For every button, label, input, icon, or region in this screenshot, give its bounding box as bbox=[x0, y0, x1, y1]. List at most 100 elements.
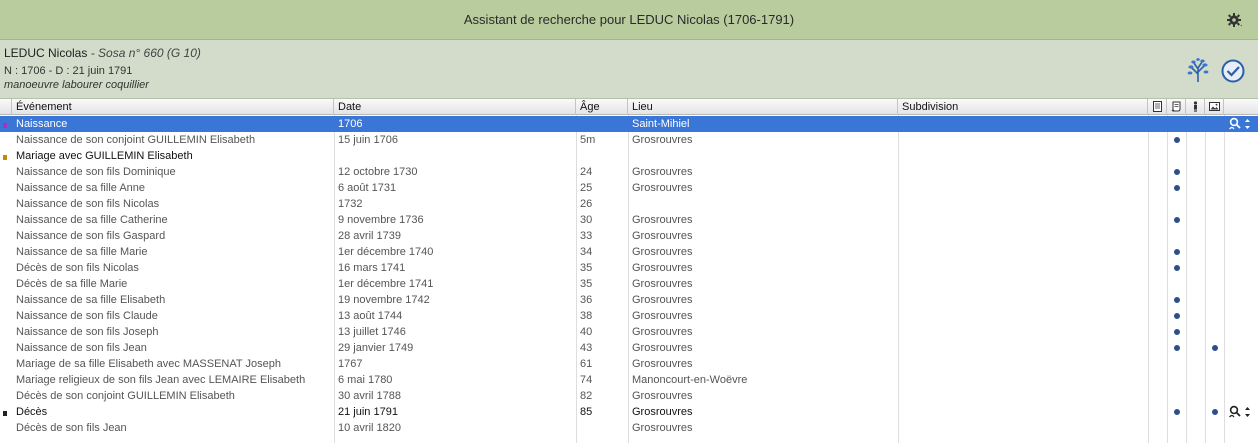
age-cell: 43 bbox=[580, 342, 593, 354]
column-header-tools bbox=[1224, 99, 1258, 115]
place-cell: Grosrouvres bbox=[632, 182, 693, 194]
age-cell: 24 bbox=[580, 166, 593, 178]
column-header-event[interactable]: Événement bbox=[12, 99, 334, 115]
table-row[interactable]: Naissance de sa fille Catherine 9 novembr… bbox=[0, 212, 1258, 228]
family-tree-icon[interactable] bbox=[1186, 57, 1210, 83]
table-row[interactable]: Décès de son fils Jean 10 avril 1820 Grosr… bbox=[0, 420, 1258, 436]
table-row[interactable]: Décès 21 juin 1791 85 Grosrouvres bbox=[0, 404, 1258, 420]
place-cell: Grosrouvres bbox=[632, 342, 693, 354]
media-indicator-dot bbox=[1212, 409, 1218, 415]
event-cell: Décès de sa fille Marie bbox=[16, 278, 128, 290]
subdivision-cell bbox=[898, 356, 1148, 372]
date-cell: 12 octobre 1730 bbox=[338, 166, 418, 178]
table-header: Événement Date Âge Lieu Subdivision bbox=[0, 99, 1258, 115]
event-cell: Naissance de son conjoint GUILLEMIN Elis… bbox=[16, 134, 256, 146]
event-cell: Naissance de son fils Claude bbox=[16, 310, 158, 322]
event-cell: Mariage de sa fille Elisabeth avec MASSE… bbox=[16, 358, 281, 370]
place-cell: Grosrouvres bbox=[632, 358, 693, 370]
subdivision-cell bbox=[898, 180, 1148, 196]
table-row[interactable]: Naissance de son fils Claude 13 août 1744… bbox=[0, 308, 1258, 324]
table-row[interactable]: Naissance de son fils Nicolas 1732 26 bbox=[0, 196, 1258, 212]
table-row[interactable]: Mariage avec GUILLEMIN Elisabeth bbox=[0, 148, 1258, 164]
table-row[interactable]: Naissance de sa fille Marie 1er décembre … bbox=[0, 244, 1258, 260]
date-cell: 1706 bbox=[338, 118, 363, 130]
subdivision-cell bbox=[898, 340, 1148, 356]
date-cell: 6 août 1731 bbox=[338, 182, 397, 194]
table-row[interactable]: Naissance 1706 Saint-Mihiel bbox=[0, 116, 1258, 132]
date-cell: 1er décembre 1741 bbox=[338, 278, 434, 290]
place-cell: Grosrouvres bbox=[632, 326, 693, 338]
table-row[interactable]: Naissance de son fils Jean 29 janvier 174… bbox=[0, 340, 1258, 356]
age-cell: 26 bbox=[580, 198, 593, 210]
table-row[interactable]: Naissance de son conjoint GUILLEMIN Elis… bbox=[0, 132, 1258, 148]
subdivision-cell bbox=[898, 324, 1148, 340]
table-row[interactable]: Naissance de sa fille Elisabeth 19 novemb… bbox=[0, 292, 1258, 308]
person-icon bbox=[1193, 101, 1198, 112]
source-indicator-dot bbox=[1174, 185, 1180, 191]
table-row[interactable]: Naissance de son fils Joseph 13 juillet 1… bbox=[0, 324, 1258, 340]
place-cell: Grosrouvres bbox=[632, 310, 693, 322]
table-row[interactable]: Décès de son conjoint GUILLEMIN Elisabet… bbox=[0, 388, 1258, 404]
subdivision-cell bbox=[898, 372, 1148, 388]
subdivision-cell bbox=[898, 228, 1148, 244]
event-cell: Naissance de son fils Joseph bbox=[16, 326, 159, 338]
header-marker bbox=[0, 99, 12, 115]
checkmark-icon[interactable] bbox=[1221, 59, 1245, 83]
date-cell: 28 avril 1739 bbox=[338, 230, 401, 242]
gear-icon[interactable] bbox=[1226, 11, 1244, 29]
subdivision-cell bbox=[898, 148, 1148, 164]
subdivision-cell bbox=[898, 164, 1148, 180]
place-cell bbox=[628, 148, 898, 164]
search-tool-icon[interactable] bbox=[1228, 117, 1254, 131]
event-cell: Naissance bbox=[16, 118, 68, 130]
column-header-date[interactable]: Date bbox=[334, 99, 576, 115]
subdivision-cell bbox=[898, 276, 1148, 292]
date-cell: 1767 bbox=[338, 358, 363, 370]
date-cell: 16 mars 1741 bbox=[338, 262, 406, 274]
date-cell: 1er décembre 1740 bbox=[338, 246, 434, 258]
column-header-place[interactable]: Lieu bbox=[628, 99, 898, 115]
table-row[interactable]: Naissance de son fils Gaspard 28 avril 17… bbox=[0, 228, 1258, 244]
date-cell: 30 avril 1788 bbox=[338, 390, 401, 402]
table-row[interactable]: Mariage de sa fille Elisabeth avec MASSE… bbox=[0, 356, 1258, 372]
source-indicator-dot bbox=[1174, 345, 1180, 351]
note-icon bbox=[1153, 101, 1162, 112]
subdivision-cell bbox=[898, 132, 1148, 148]
source-indicator-dot bbox=[1174, 313, 1180, 319]
date-cell bbox=[334, 148, 576, 164]
window-title: Assistant de recherche pour LEDUC Nicola… bbox=[463, 12, 795, 27]
search-tool-icon[interactable] bbox=[1228, 405, 1254, 419]
event-cell: Naissance de sa fille Catherine bbox=[16, 214, 168, 226]
subdivision-cell bbox=[898, 260, 1148, 276]
date-cell: 21 juin 1791 bbox=[338, 406, 398, 418]
table-row[interactable]: Naissance de sa fille Anne 6 août 1731 25 G… bbox=[0, 180, 1258, 196]
date-cell: 10 avril 1820 bbox=[338, 422, 401, 434]
age-cell: 34 bbox=[580, 246, 593, 258]
event-cell: Naissance de son fils Jean bbox=[16, 342, 147, 354]
date-cell: 9 novembre 1736 bbox=[338, 214, 424, 226]
column-header-age[interactable]: Âge bbox=[576, 99, 628, 115]
date-cell: 15 juin 1706 bbox=[338, 134, 398, 146]
table-row[interactable]: Décès de son fils Nicolas 16 mars 1741 35 G… bbox=[0, 260, 1258, 276]
events-table: Événement Date Âge Lieu Subdivision Nais… bbox=[0, 99, 1258, 443]
age-cell: 25 bbox=[580, 182, 593, 194]
column-header-subdivision[interactable]: Subdivision bbox=[898, 99, 1148, 115]
age-cell: 35 bbox=[580, 278, 593, 290]
age-cell: 40 bbox=[580, 326, 593, 338]
table-row[interactable]: Mariage religieux de son fils Jean avec … bbox=[0, 372, 1258, 388]
table-row[interactable]: Naissance de son fils Dominique 12 octobr… bbox=[0, 164, 1258, 180]
age-cell: 38 bbox=[580, 310, 593, 322]
place-cell: Grosrouvres bbox=[632, 262, 693, 274]
source-indicator-dot bbox=[1174, 169, 1180, 175]
person-name[interactable]: LEDUC Nicolas bbox=[4, 46, 87, 60]
person-occupation: manoeuvre labourer coquillier bbox=[4, 79, 149, 91]
age-cell: 5m bbox=[580, 134, 596, 146]
event-cell: Naissance de son fils Nicolas bbox=[16, 198, 160, 210]
table-row[interactable]: Décès de sa fille Marie 1er décembre 1741… bbox=[0, 276, 1258, 292]
subdivision-cell bbox=[898, 308, 1148, 324]
age-cell bbox=[576, 148, 628, 164]
age-cell bbox=[576, 116, 628, 132]
age-cell: 30 bbox=[580, 214, 593, 226]
date-cell: 29 janvier 1749 bbox=[338, 342, 414, 354]
age-cell: 74 bbox=[580, 374, 593, 386]
